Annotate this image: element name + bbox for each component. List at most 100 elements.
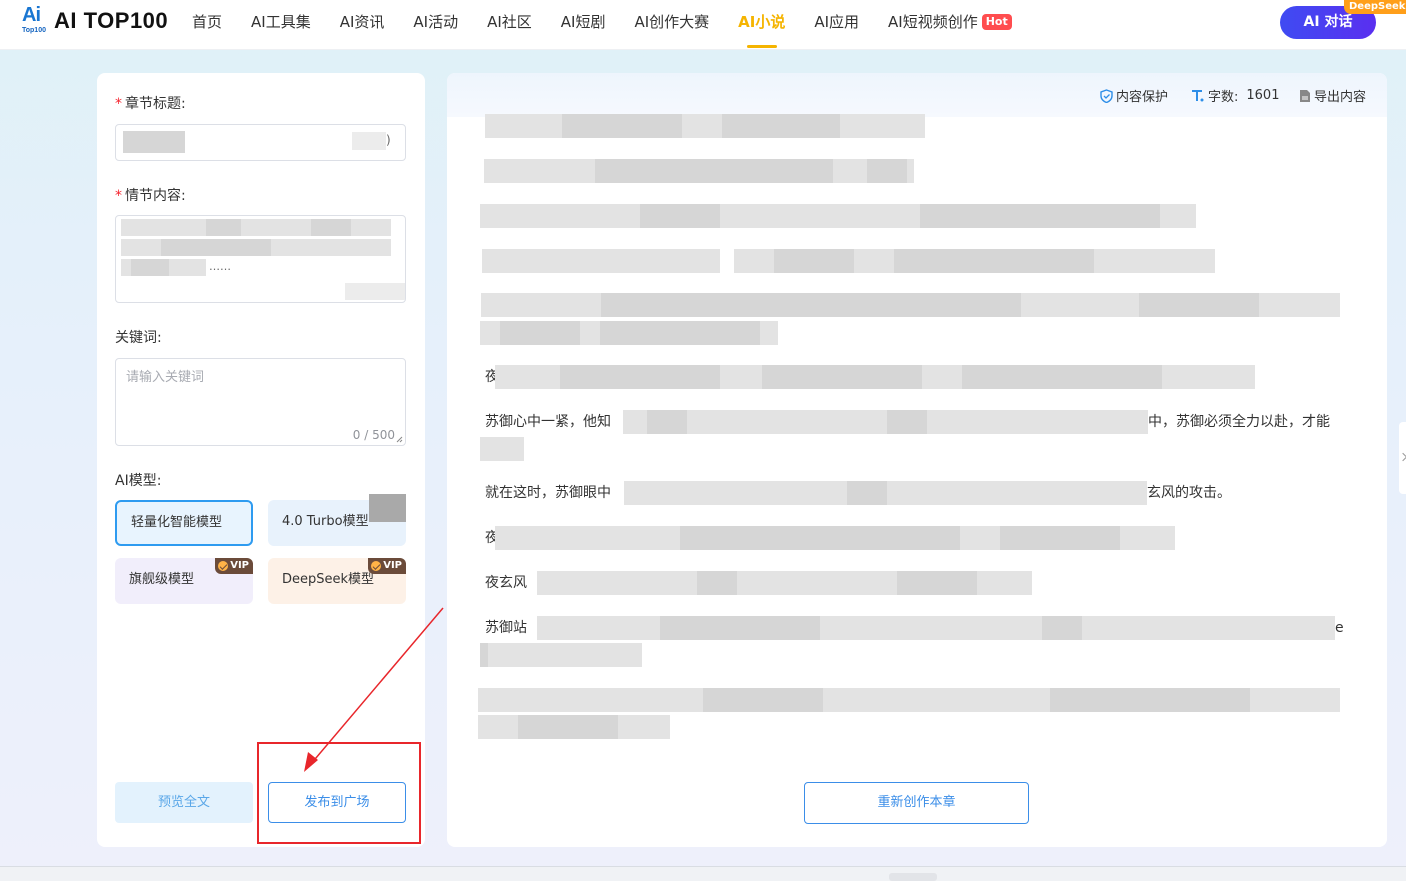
model-option-label: DeepSeek模型 <box>282 572 375 587</box>
text-icon <box>1192 89 1204 101</box>
content-protect-label: 内容保护 <box>1116 90 1169 105</box>
main-nav: 首页 AI工具集 AI资讯 AI活动 AI社区 AI短剧 AI创作大赛 AI小说… <box>192 0 1041 50</box>
export-content-label: 导出内容 <box>1314 90 1367 105</box>
blurred-overlay <box>369 494 406 522</box>
logo-mark-text: Ai <box>22 4 41 26</box>
nav-item-ai-contest[interactable]: AI创作大赛 <box>634 0 709 50</box>
plot-ellipsis: …… <box>209 260 231 273</box>
vip-badge: VIP <box>215 558 253 574</box>
novel-content-panel: 内容保护 字数: 1601 导出内容 夜 苏御心中一紧，他知 中，苏御必须全力以… <box>447 73 1387 847</box>
word-count: 字数: 1601 <box>1191 86 1279 105</box>
required-mark: * <box>115 96 122 112</box>
model-option-turbo[interactable]: 4.0 Turbo模型 <box>268 494 406 546</box>
blurred-paragraph <box>562 114 682 138</box>
blurred-text <box>123 131 185 153</box>
blurred-paragraph <box>847 481 887 505</box>
chapter-title-label-text: 章节标题: <box>125 96 186 112</box>
plot-content-textarea[interactable]: …… <box>115 215 406 303</box>
paragraph-text-start: 苏御心中一紧，他知 <box>485 414 611 430</box>
logo-mark-sub: Top100 <box>22 27 46 34</box>
nav-item-ai-tools[interactable]: AI工具集 <box>251 0 311 50</box>
paragraph-text-start: 就在这时，苏御眼中 <box>485 485 611 501</box>
scrollbar-thumb[interactable] <box>889 873 937 881</box>
blurred-paragraph <box>640 204 720 228</box>
blurred-paragraph <box>867 159 907 183</box>
logo-icon: Ai Top100 <box>22 4 46 36</box>
vip-badge-text: VIP <box>383 560 402 571</box>
content-toolbar: 内容保护 字数: 1601 导出内容 <box>447 73 1387 117</box>
vip-badge-text: VIP <box>230 560 249 571</box>
blurred-text <box>352 132 386 150</box>
word-count-label: 字数: <box>1208 90 1239 105</box>
paragraph-text-end: e <box>1335 620 1344 636</box>
chapter-title-input[interactable]: ) <box>115 124 406 161</box>
blurred-text <box>206 219 241 236</box>
keywords-textarea[interactable]: 请输入关键词 0 / 500 <box>115 358 406 446</box>
paragraph-text-end: 中，苏御必须全力以赴，才能 <box>1148 414 1330 430</box>
blurred-paragraph <box>774 249 854 273</box>
blurred-paragraph <box>897 571 977 595</box>
blurred-paragraph <box>500 321 580 345</box>
blurred-paragraph <box>703 688 823 712</box>
logo-text: AI TOP100 <box>54 8 169 33</box>
hot-badge: Hot <box>981 14 1012 30</box>
nav-item-ai-short-drama[interactable]: AI短剧 <box>561 0 606 50</box>
chapter-title-suffix: ) <box>386 133 391 147</box>
content-protect-button[interactable]: 内容保护 <box>1100 86 1168 105</box>
blurred-paragraph <box>1000 526 1120 550</box>
blurred-paragraph <box>480 437 524 461</box>
side-collapse-handle[interactable] <box>1399 422 1406 494</box>
paragraph-text-end: 玄风的攻击。 <box>1147 485 1231 501</box>
blurred-text <box>345 283 405 300</box>
blurred-paragraph <box>680 526 960 550</box>
blurred-paragraph <box>660 616 820 640</box>
model-option-deepseek[interactable]: DeepSeek模型 VIP <box>268 558 406 604</box>
blurred-paragraph <box>894 249 1094 273</box>
nav-item-ai-short-video[interactable]: AI短视频创作 Hot <box>888 0 1012 50</box>
blurred-paragraph <box>697 571 737 595</box>
blurred-paragraph <box>480 643 488 667</box>
blurred-paragraph <box>485 114 925 138</box>
word-count-value: 1601 <box>1246 88 1280 103</box>
blurred-paragraph <box>920 204 1160 228</box>
blurred-text <box>131 259 169 276</box>
blurred-paragraph <box>518 715 618 739</box>
blurred-paragraph <box>480 643 642 667</box>
plot-content-label-text: 情节内容: <box>125 188 186 204</box>
bottom-scrollbar[interactable] <box>0 866 1406 881</box>
vip-diamond-icon <box>371 561 382 571</box>
model-option-label: 轻量化智能模型 <box>131 515 223 530</box>
vip-diamond-icon <box>218 561 229 571</box>
nav-item-ai-apps[interactable]: AI应用 <box>814 0 859 50</box>
paragraph-text-start: 夜玄风 <box>485 575 527 591</box>
model-option-label: 旗舰级模型 <box>129 572 195 587</box>
blurred-paragraph <box>1139 293 1259 317</box>
vip-badge: VIP <box>368 558 406 574</box>
blurred-paragraph <box>1050 688 1250 712</box>
nav-item-ai-short-video-label: AI短视频创作 <box>888 13 978 31</box>
model-option-lightweight[interactable]: 轻量化智能模型 <box>115 500 253 546</box>
nav-item-home[interactable]: 首页 <box>192 0 222 50</box>
blurred-text <box>161 239 271 256</box>
model-option-label: 4.0 Turbo模型 <box>282 514 369 529</box>
blurred-text <box>311 219 351 236</box>
recreate-chapter-button[interactable]: 重新创作本章 <box>804 782 1029 824</box>
paragraph-text-start: 苏御站 <box>485 620 527 636</box>
blurred-paragraph <box>887 410 927 434</box>
nav-item-ai-community[interactable]: AI社区 <box>487 0 532 50</box>
nav-item-ai-news[interactable]: AI资讯 <box>340 0 385 50</box>
blurred-paragraph <box>623 410 1148 434</box>
export-content-button[interactable]: 导出内容 <box>1299 86 1366 105</box>
document-icon <box>1300 89 1310 102</box>
deepseek-badge: DeepSeek <box>1344 0 1406 14</box>
blurred-paragraph <box>537 616 1335 640</box>
required-mark: * <box>115 188 122 204</box>
nav-item-ai-novel[interactable]: AI小说 <box>738 0 785 50</box>
preview-full-text-button[interactable]: 预览全文 <box>115 782 253 823</box>
model-option-flagship[interactable]: 旗舰级模型 VIP <box>115 558 253 604</box>
blurred-paragraph <box>962 365 1162 389</box>
nav-item-ai-events[interactable]: AI活动 <box>413 0 458 50</box>
blurred-paragraph <box>600 321 760 345</box>
resize-handle-icon[interactable] <box>396 436 403 443</box>
site-logo[interactable]: Ai Top100 AI TOP100 <box>22 4 169 36</box>
